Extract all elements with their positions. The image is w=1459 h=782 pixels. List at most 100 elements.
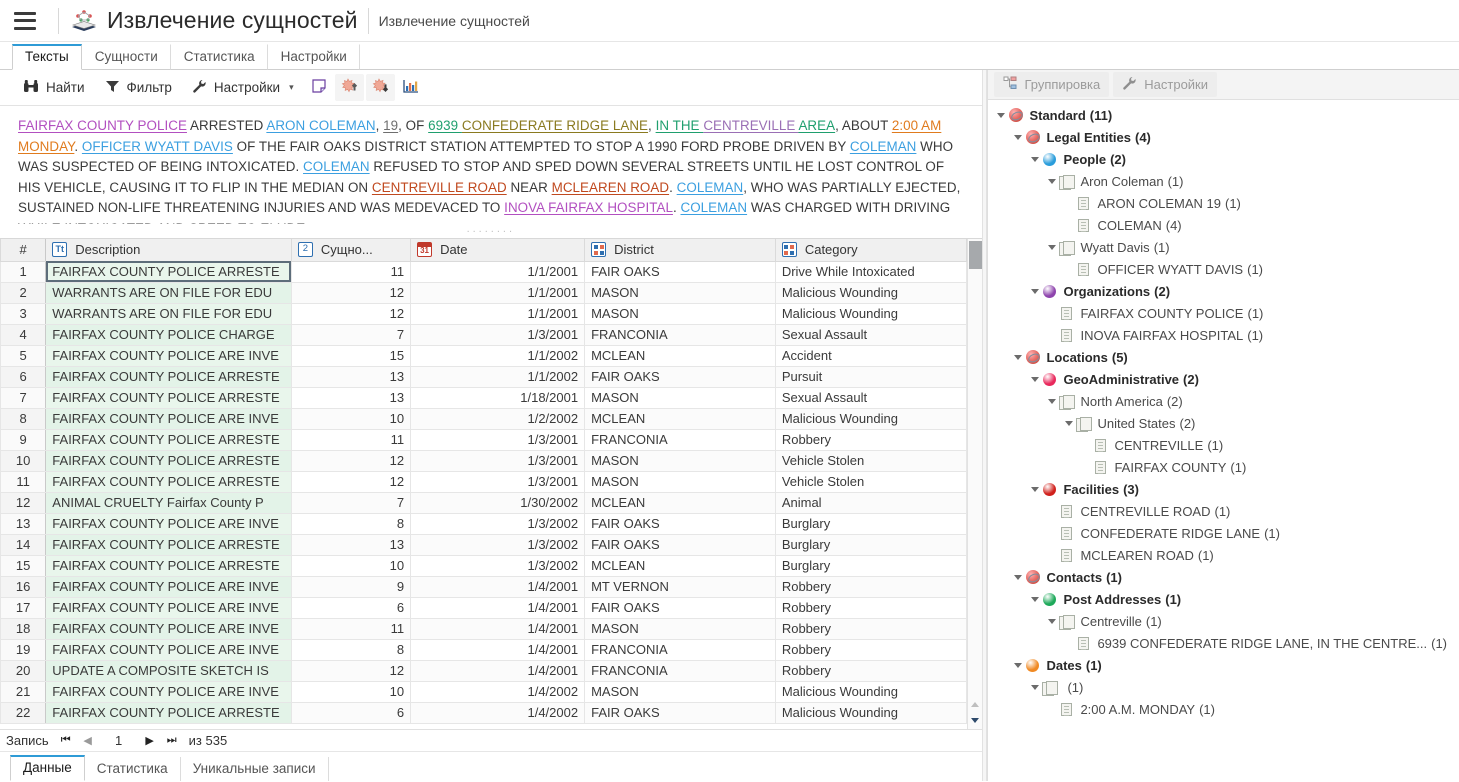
column-header-description[interactable]: Tt Description: [45, 239, 292, 262]
current-record-input[interactable]: 1: [99, 733, 139, 748]
cell-dist[interactable]: MASON: [584, 680, 776, 703]
tree-node[interactable]: Organizations (2): [988, 280, 1459, 302]
table-row[interactable]: 21 FAIRFAX COUNTY POLICE ARE INVE 10 1/4/20…: [0, 680, 967, 703]
table-row[interactable]: 19 FAIRFAX COUNTY POLICE ARE INVE 8 1/4/200…: [0, 638, 967, 661]
cell-desc[interactable]: FAIRFAX COUNTY POLICE ARE INVE: [45, 596, 292, 619]
cell-dist[interactable]: FAIR OAKS: [584, 596, 776, 619]
cell-date[interactable]: 1/3/2001: [410, 323, 586, 346]
cell-desc[interactable]: FAIRFAX COUNTY POLICE ARRESTE: [45, 428, 292, 451]
tree-node[interactable]: 6939 CONFEDERATE RIDGE LANE, IN THE CENT…: [988, 632, 1459, 654]
entity-mention[interactable]: AREA: [798, 118, 835, 133]
cell-desc[interactable]: FAIRFAX COUNTY POLICE ARE INVE: [45, 638, 292, 661]
cell-dist[interactable]: MCLEAN: [584, 491, 776, 514]
cell-date[interactable]: 1/3/2001: [410, 470, 586, 493]
cell-num[interactable]: 6: [0, 365, 47, 388]
tree-node[interactable]: Contacts (1): [988, 566, 1459, 588]
column-header-entities[interactable]: 2 Сущно...: [290, 239, 412, 262]
table-row[interactable]: 18 FAIRFAX COUNTY POLICE ARE INVE 11 1/4/20…: [0, 617, 967, 640]
cell-cat[interactable]: Robbery: [774, 638, 967, 661]
cell-cnt[interactable]: 12: [290, 281, 412, 304]
cell-dist[interactable]: MASON: [584, 302, 776, 325]
tree-node[interactable]: FAIRFAX COUNTY (1): [988, 456, 1459, 478]
chevron-down-icon[interactable]: ▾: [289, 82, 294, 93]
tab-0[interactable]: Тексты: [12, 44, 82, 70]
chevron-down-icon[interactable]: [1045, 178, 1058, 184]
tree-node[interactable]: Dates (1): [988, 654, 1459, 676]
cell-desc[interactable]: FAIRFAX COUNTY POLICE ARE INVE: [45, 344, 292, 367]
table-row[interactable]: 8 FAIRFAX COUNTY POLICE ARE INVE 10 1/2/200…: [0, 407, 967, 430]
cell-date[interactable]: 1/18/2001: [410, 386, 586, 409]
bottom-tab-0[interactable]: Данные: [10, 755, 85, 781]
tree-node[interactable]: CONFEDERATE RIDGE LANE (1): [988, 522, 1459, 544]
cell-desc[interactable]: FAIRFAX COUNTY POLICE ARRESTE: [45, 701, 292, 724]
cell-num[interactable]: 7: [0, 386, 47, 409]
cell-cnt[interactable]: 13: [290, 533, 412, 556]
tree-node[interactable]: Centreville (1): [988, 610, 1459, 632]
cell-date[interactable]: 1/4/2001: [410, 596, 586, 619]
cell-cat[interactable]: Malicious Wounding: [774, 680, 967, 703]
cell-num[interactable]: 1: [0, 260, 47, 283]
table-row[interactable]: 11 FAIRFAX COUNTY POLICE ARRESTE 12 1/3/200…: [0, 470, 967, 493]
cell-num[interactable]: 15: [0, 554, 47, 577]
cell-cat[interactable]: Burglary: [774, 554, 967, 577]
column-header-category[interactable]: Category: [774, 239, 967, 262]
extract-up-button[interactable]: [334, 74, 364, 101]
horizontal-splitter[interactable]: ........: [0, 224, 982, 238]
cell-cat[interactable]: Sexual Assault: [774, 323, 967, 346]
cell-dist[interactable]: FRANCONIA: [584, 659, 776, 682]
cell-cat[interactable]: Pursuit: [774, 365, 967, 388]
find-button[interactable]: Найти: [14, 75, 94, 100]
cell-num[interactable]: 10: [0, 449, 47, 472]
cell-cnt[interactable]: 12: [290, 302, 412, 325]
cell-desc[interactable]: ANIMAL CRUELTY Fairfax County P: [45, 491, 292, 514]
table-row[interactable]: 3 WARRANTS ARE ON FILE FOR EDU 12 1/1/2001 M…: [0, 302, 967, 325]
cell-cat[interactable]: Malicious Wounding: [774, 302, 967, 325]
tree-node[interactable]: Wyatt Davis (1): [988, 236, 1459, 258]
last-record-button[interactable]: ⏭: [161, 734, 183, 747]
cell-date[interactable]: 1/3/2001: [410, 449, 586, 472]
cell-cnt[interactable]: 6: [290, 596, 412, 619]
column-header-num[interactable]: #: [0, 239, 47, 262]
tree-node[interactable]: People (2): [988, 148, 1459, 170]
grid-vertical-scrollbar[interactable]: [966, 239, 982, 729]
cell-cat[interactable]: Accident: [774, 344, 967, 367]
cell-cnt[interactable]: 11: [290, 617, 412, 640]
table-row[interactable]: 6 FAIRFAX COUNTY POLICE ARRESTE 13 1/1/2002…: [0, 365, 967, 388]
cell-desc[interactable]: FAIRFAX COUNTY POLICE CHARGE: [45, 323, 292, 346]
tree-node[interactable]: 2:00 A.M. MONDAY (1): [988, 698, 1459, 720]
cell-desc[interactable]: FAIRFAX COUNTY POLICE ARRESTE: [45, 470, 292, 493]
tree-settings-button[interactable]: Настройки: [1113, 72, 1218, 97]
tree-node[interactable]: Facilities (3): [988, 478, 1459, 500]
chevron-down-icon[interactable]: [1028, 156, 1041, 162]
table-row[interactable]: 12 ANIMAL CRUELTY Fairfax County P 7 1/30/2…: [0, 491, 967, 514]
cell-date[interactable]: 1/30/2002: [410, 491, 586, 514]
cell-cnt[interactable]: 11: [290, 428, 412, 451]
table-row[interactable]: 16 FAIRFAX COUNTY POLICE ARE INVE 9 1/4/200…: [0, 575, 967, 598]
column-header-date[interactable]: Date: [410, 239, 586, 262]
cell-date[interactable]: 1/4/2002: [410, 680, 586, 703]
table-row[interactable]: 1 FAIRFAX COUNTY POLICE ARRESTE 11 1/1/2001…: [0, 260, 967, 283]
entity-tree[interactable]: Standard (11) Legal Entities (4) People (2) Ar…: [988, 100, 1459, 781]
next-record-button[interactable]: ▶: [139, 734, 161, 747]
cell-num[interactable]: 20: [0, 659, 47, 682]
cell-cnt[interactable]: 15: [290, 344, 412, 367]
tab-2[interactable]: Статистика: [171, 44, 268, 70]
entity-mention[interactable]: 19: [383, 118, 398, 133]
cell-dist[interactable]: MCLEAN: [584, 344, 776, 367]
column-header-district[interactable]: District: [584, 239, 776, 262]
cell-date[interactable]: 1/2/2002: [410, 407, 586, 430]
cell-cat[interactable]: Burglary: [774, 512, 967, 535]
cell-dist[interactable]: FRANCONIA: [584, 428, 776, 451]
cell-date[interactable]: 1/1/2002: [410, 365, 586, 388]
entity-mention[interactable]: FAIRFAX COUNTY POLICE: [18, 118, 187, 133]
cell-num[interactable]: 2: [0, 281, 47, 304]
tree-node[interactable]: GeoAdministrative (2): [988, 368, 1459, 390]
cell-date[interactable]: 1/4/2001: [410, 575, 586, 598]
table-row[interactable]: 7 FAIRFAX COUNTY POLICE ARRESTE 13 1/18/200…: [0, 386, 967, 409]
tree-node[interactable]: Post Addresses (1): [988, 588, 1459, 610]
bottom-tab-2[interactable]: Уникальные записи: [181, 757, 329, 781]
cell-cat[interactable]: Animal: [774, 491, 967, 514]
hamburger-menu-icon[interactable]: [14, 11, 36, 30]
cell-cnt[interactable]: 8: [290, 638, 412, 661]
chevron-down-icon[interactable]: [1011, 662, 1024, 668]
